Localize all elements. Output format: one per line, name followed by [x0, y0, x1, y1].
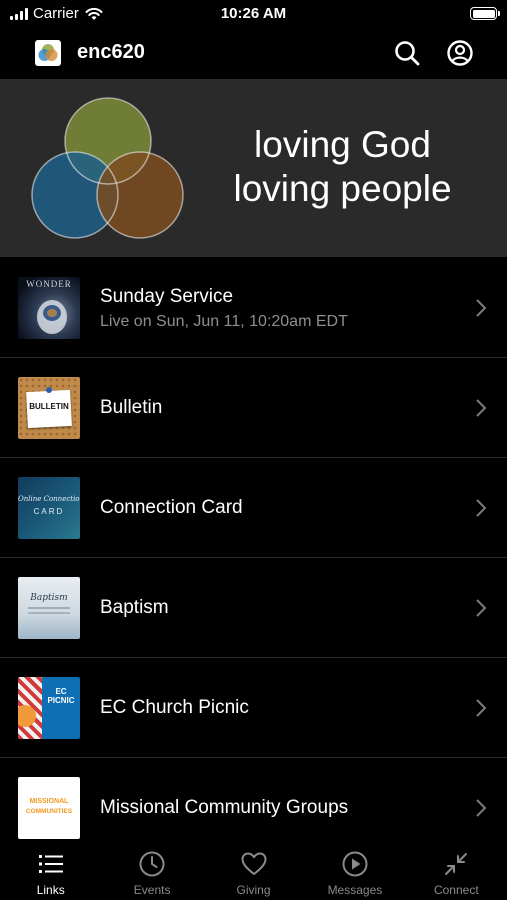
link-title: Missional Community Groups — [100, 797, 349, 818]
profile-icon[interactable] — [446, 39, 474, 67]
link-row-sunday-service[interactable]: WONDER Sunday Service Live on Sun, Jun 1… — [0, 258, 507, 358]
app-title: enc620 — [77, 41, 145, 63]
chevron-right-icon — [476, 599, 487, 617]
bulletin-thumbnail: BULLETIN — [18, 377, 80, 439]
tab-label: Events — [133, 883, 171, 897]
ec-church-picnic-thumbnail: EC PICNIC — [18, 677, 80, 739]
list-icon — [38, 855, 63, 873]
link-row-ec-church-picnic[interactable]: EC PICNIC EC Church Picnic — [0, 658, 507, 758]
link-row-bulletin[interactable]: BULLETIN Bulletin — [0, 358, 507, 458]
search-icon[interactable] — [393, 39, 421, 67]
banner-line-1: loving God — [254, 124, 431, 165]
tab-label: Giving — [236, 883, 271, 897]
thumb-connection-script: Online Connection — [18, 495, 80, 503]
thumb-bulletin-text: BULLETIN — [29, 402, 69, 411]
baptism-thumbnail: Baptism — [18, 577, 80, 639]
link-title: Sunday Service — [100, 285, 234, 307]
tab-label: Links — [36, 883, 65, 897]
chevron-right-icon — [476, 799, 487, 817]
chevron-right-icon — [476, 399, 487, 417]
heart-icon — [241, 852, 267, 875]
banner-tagline: loving God loving people — [200, 123, 485, 211]
clock-icon — [139, 851, 165, 877]
thumb-connection-card: CARD — [33, 507, 65, 516]
tab-label: Messages — [327, 883, 383, 897]
connection-card-text: Connection Card — [100, 458, 447, 558]
link-subtitle: Live on Sun, Jun 11, 10:20am EDT — [100, 312, 348, 330]
links-list: WONDER Sunday Service Live on Sun, Jun 1… — [0, 258, 507, 858]
sunday-service-text: Sunday Service Live on Sun, Jun 11, 10:2… — [100, 258, 447, 358]
hero-banner[interactable]: loving God loving people — [0, 79, 507, 257]
tab-bar: Links Events Giving Messages Connect — [0, 840, 507, 900]
thumb-baptism-text: Baptism — [30, 593, 68, 603]
tab-messages[interactable]: Messages — [304, 840, 405, 900]
battery-icon — [470, 7, 500, 20]
tab-events[interactable]: Events — [101, 840, 202, 900]
status-bar: Carrier 10:26 AM — [0, 0, 507, 28]
chevron-right-icon — [476, 299, 487, 317]
thumb-picnic-text: EC PICNIC — [47, 687, 75, 705]
link-title: Connection Card — [100, 497, 243, 518]
venn-logo-icon — [31, 97, 184, 239]
thumb-communities-text: COMMUNITIES — [25, 808, 73, 815]
connection-card-thumbnail: Online Connection CARD — [18, 477, 80, 539]
app-header: enc620 — [0, 28, 507, 78]
tab-links[interactable]: Links — [0, 840, 101, 900]
link-row-connection-card[interactable]: Online Connection CARD Connection Card — [0, 458, 507, 558]
sunday-service-thumbnail: WONDER — [18, 277, 80, 339]
tab-giving[interactable]: Giving — [203, 840, 304, 900]
link-row-baptism[interactable]: Baptism Baptism — [0, 558, 507, 658]
status-time: 10:26 AM — [220, 5, 287, 22]
tab-label: Connect — [433, 883, 479, 897]
banner-line-2: loving people — [233, 168, 452, 209]
app-logo-icon — [35, 40, 61, 66]
tab-connect[interactable]: Connect — [406, 840, 507, 900]
play-circle-icon — [342, 851, 368, 877]
chevron-right-icon — [476, 699, 487, 717]
link-title: Baptism — [100, 597, 169, 618]
thumb-missional-text: MISSIONAL — [29, 798, 69, 805]
baptism-text: Baptism — [100, 558, 447, 658]
missional-community-groups-thumbnail: MISSIONAL COMMUNITIES — [18, 777, 80, 839]
bulletin-text: Bulletin — [100, 358, 447, 458]
link-title: Bulletin — [100, 397, 163, 418]
link-title: EC Church Picnic — [100, 697, 249, 718]
ec-church-picnic-text: EC Church Picnic — [100, 658, 447, 758]
collapse-arrows-icon — [445, 853, 468, 875]
chevron-right-icon — [476, 499, 487, 517]
